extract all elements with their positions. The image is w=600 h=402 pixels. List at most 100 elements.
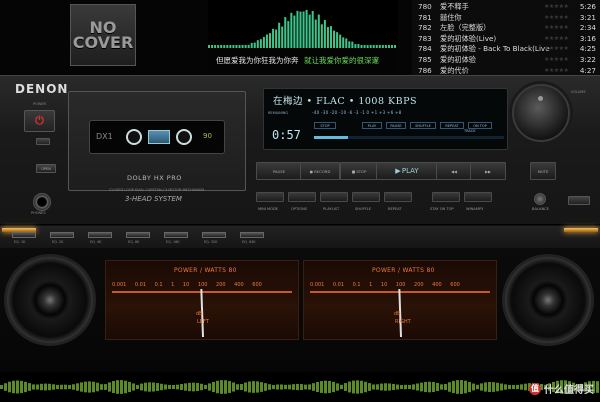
balance-knob[interactable] [534, 193, 546, 205]
lyric-next: 就让我爱你爱的很深邃 [304, 56, 379, 65]
options-button[interactable] [288, 192, 316, 202]
right-reel-icon [176, 129, 192, 145]
rating-icon[interactable]: ★★★★★ [544, 33, 569, 44]
eq-button[interactable] [164, 232, 188, 238]
spectrum-bar [323, 19, 326, 48]
track-duration: 2:34 [579, 23, 596, 33]
wave-bar [364, 381, 367, 393]
wave-bar [160, 383, 163, 391]
spectrum-bar [302, 11, 305, 48]
wave-bar [440, 384, 443, 390]
playlist-row[interactable]: 784 爱的初体验 - Back To Black(Live) ★★★★★ 4:25 [412, 43, 600, 54]
wave-bar [40, 383, 43, 391]
playlist-row[interactable]: 783 爱的初体验(Live) ★★★★★ 3:16 [412, 33, 600, 44]
eq-button[interactable] [202, 232, 226, 238]
wave-bar [36, 384, 39, 390]
spectrum-bar [265, 34, 268, 48]
spectrum-bar [296, 10, 299, 48]
track-number: 783 [418, 33, 432, 43]
right-power-meter: POWER / WATTS 80 0.001 0.01 0.1 1 10 100… [303, 260, 497, 340]
spectrum-bar [290, 12, 293, 48]
eq-label: EQ. 4K [90, 240, 102, 244]
level-scale: -40 -30 -20 -10 -6 -3 -1 0 +1 +3 +6 +8 [312, 110, 402, 115]
wave-bar [344, 383, 347, 391]
wave-bar [340, 384, 343, 390]
wave-bar [508, 384, 511, 390]
volume-knob[interactable] [512, 84, 570, 142]
spectrum-bar [333, 30, 336, 48]
eq-button[interactable] [126, 232, 150, 238]
top-strip: NO COVER 但愿爱我为你狂我为你奔 就让我爱你爱的很深邃 780 爱不释手 ★… [0, 0, 600, 75]
wave-bar [412, 384, 415, 390]
wave-bar [220, 380, 223, 394]
open-button[interactable]: OPEN [36, 164, 56, 173]
mini-mode-button[interactable] [256, 192, 284, 202]
wave-bar [232, 382, 235, 392]
wave-bar [20, 380, 23, 394]
stay-on-top-button[interactable] [432, 192, 460, 202]
timer-button[interactable] [36, 138, 50, 145]
play-button[interactable]: ▶ PLAY [376, 162, 438, 180]
rating-icon[interactable]: ★★★★★ [544, 65, 569, 76]
wave-bar [444, 383, 447, 391]
stop-button[interactable]: ■ STOP [340, 162, 378, 180]
dolby-label: DOLBY HX PRO [127, 174, 182, 182]
spectrum-bar [317, 14, 320, 48]
eq-button[interactable] [12, 232, 36, 238]
lyric-current: 但愿爱我为你狂我为你奔 [216, 56, 299, 65]
rewind-button[interactable]: ◀◀ [436, 162, 472, 180]
eq-button[interactable] [240, 232, 264, 238]
spectrum-visualizer [208, 0, 398, 48]
spectrum-bar [336, 32, 339, 48]
wave-bar [368, 383, 371, 391]
wave-bar [192, 382, 195, 392]
track-number: 781 [418, 12, 432, 22]
phones-label: PHONES [31, 211, 46, 215]
winamp3-button[interactable] [464, 192, 492, 202]
wave-bar [468, 381, 471, 393]
album-cover[interactable]: NO COVER [70, 4, 136, 66]
spectrum-bar [305, 9, 308, 48]
seek-bar[interactable] [314, 136, 504, 139]
pause-button[interactable]: PAUSE [256, 162, 302, 180]
rating-icon[interactable]: ★★★★★ [544, 43, 569, 54]
wave-bar [516, 384, 519, 390]
wave-bar [96, 382, 99, 392]
playlist-row[interactable]: 785 爱的初体验 ★★★★★ 3:22 [412, 54, 600, 65]
rating-icon[interactable]: ★★★★★ [544, 22, 569, 33]
wave-bar [100, 384, 103, 390]
wave-bar [120, 380, 123, 394]
wave-bar [400, 384, 403, 390]
track-number: 780 [418, 2, 432, 11]
playlist-button[interactable] [320, 192, 348, 202]
playlist[interactable]: 780 爱不释手 ★★★★★ 5:26 781 囍住你 ★★★★★ 3:21 782 左脸（完整版… [412, 0, 600, 75]
wave-bar [196, 382, 199, 392]
wave-bar [16, 380, 19, 394]
eq-button[interactable] [88, 232, 112, 238]
wave-bar [476, 384, 479, 390]
record-button[interactable]: ● RECORD [300, 162, 340, 180]
eq-label: EQ. 32K [204, 240, 218, 244]
repeat-button[interactable] [384, 192, 412, 202]
rating-icon[interactable]: ★★★★★ [544, 1, 569, 12]
winamp3-label: WINAMP3 [466, 207, 484, 211]
shuffle-button[interactable] [352, 192, 380, 202]
power-button[interactable]: ⏻ [24, 110, 55, 132]
mode-on-top: ON TOP [468, 122, 492, 129]
playlist-row[interactable]: 782 左脸（完整版） ★★★★★ 2:34 [412, 22, 600, 33]
rating-icon[interactable]: ★★★★★ [544, 54, 569, 65]
wave-bar [304, 384, 307, 390]
eject-button[interactable] [568, 196, 590, 205]
wave-bar [376, 384, 379, 390]
playlist-row[interactable]: 780 爱不释手 ★★★★★ 5:26 [412, 1, 600, 12]
cassette-door: DX1 90 DOLBY HX PRO CLOSED LOOP DUAL CAP… [68, 91, 246, 203]
mute-button[interactable]: MUTE [530, 162, 556, 180]
eq-button[interactable] [50, 232, 74, 238]
bottom-visualizer-bar: 值什么值得买 [0, 372, 600, 402]
track-number: 786 [418, 65, 432, 75]
fast-forward-button[interactable]: ▶▶ [470, 162, 506, 180]
wave-bar [436, 382, 439, 392]
playlist-row[interactable]: 781 囍住你 ★★★★★ 3:21 [412, 12, 600, 23]
playlist-row[interactable]: 786 爱的代价 ★★★★★ 4:27 [412, 65, 600, 76]
rating-icon[interactable]: ★★★★★ [544, 12, 569, 23]
